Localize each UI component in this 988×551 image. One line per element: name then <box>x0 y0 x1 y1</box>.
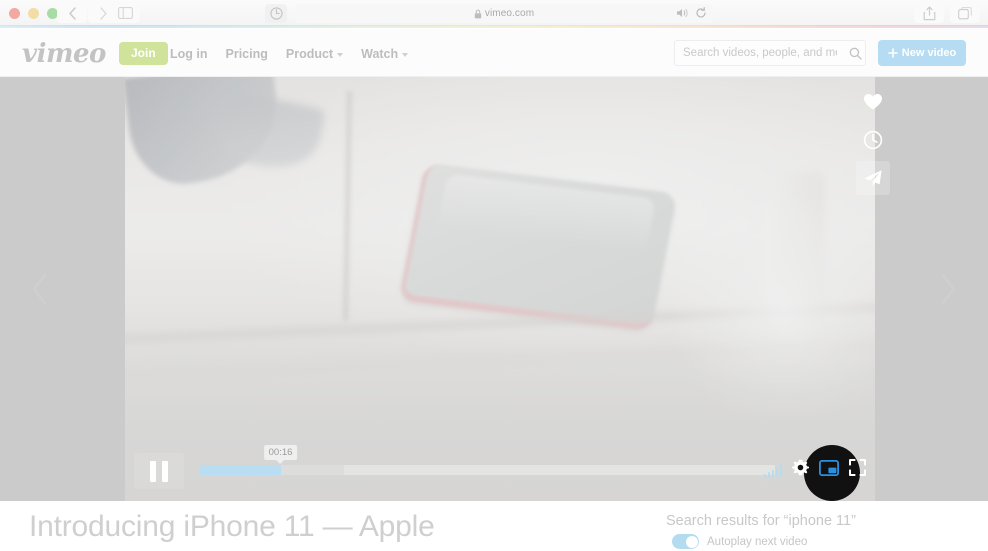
show-tabs-icon <box>958 6 972 19</box>
minimize-window-button[interactable] <box>28 8 39 19</box>
nav-item-login[interactable]: Log in <box>170 47 208 61</box>
back-button[interactable] <box>57 3 87 23</box>
seek-bar-played <box>200 465 281 475</box>
search-button[interactable] <box>845 47 865 60</box>
share-icon <box>923 6 935 20</box>
fullscreen-icon <box>849 459 866 476</box>
nav-item-product[interactable]: Product <box>285 47 344 61</box>
address-bar[interactable]: vimeo.com <box>295 4 713 23</box>
video-frame[interactable] <box>125 77 875 501</box>
nav-item-product-label: Product <box>285 47 334 61</box>
volume-bars-icon <box>779 463 782 478</box>
picture-in-picture-icon <box>818 459 840 476</box>
plus-icon <box>887 48 898 58</box>
volume-bars-icon <box>767 471 770 478</box>
loading-progress-line <box>0 25 988 28</box>
privacy-report-button[interactable] <box>265 4 287 23</box>
autoplay-label: Autoplay next video <box>707 535 808 548</box>
share-paper-plane-icon <box>864 169 882 186</box>
next-video-button[interactable] <box>922 263 974 315</box>
volume-bars-icon <box>771 469 774 478</box>
search-icon <box>849 47 862 60</box>
like-icon <box>864 94 882 110</box>
volume-bars-icon <box>775 466 778 478</box>
settings-button[interactable] <box>792 459 809 481</box>
share-video-button[interactable] <box>856 161 890 195</box>
volume-bars-icon <box>763 473 766 478</box>
chevron-right-icon <box>99 6 107 20</box>
watch-later-clock-icon <box>863 130 883 150</box>
search-results-label: Search results for “iphone 11” <box>666 513 856 529</box>
pause-icon <box>150 460 156 482</box>
speaker-icon[interactable] <box>676 7 689 19</box>
chevron-left-icon <box>68 6 76 20</box>
browser-toolbar: vimeo.com <box>0 0 988 26</box>
nav-item-watch-label: Watch <box>361 47 399 61</box>
seek-bar[interactable]: 00:16 <box>200 445 775 475</box>
gear-icon <box>792 459 809 476</box>
close-window-button[interactable] <box>9 8 20 19</box>
new-video-label: New video <box>901 47 957 59</box>
privacy-shield-icon <box>269 7 283 20</box>
autoplay-toggle-knob <box>685 535 698 548</box>
page-title: Introducing iPhone 11 — Apple <box>29 510 435 543</box>
video-meta-bar: Introducing iPhone 11 — Apple Search res… <box>0 501 988 551</box>
like-button[interactable] <box>856 85 890 119</box>
nav-item-watch[interactable]: Watch <box>361 47 409 61</box>
play-pause-button[interactable] <box>134 453 184 489</box>
search-input[interactable] <box>675 41 845 65</box>
nav-item-login-label: Log in <box>170 47 208 61</box>
fullscreen-button[interactable] <box>849 459 866 481</box>
watch-later-button[interactable] <box>856 123 890 157</box>
new-video-button[interactable]: New video <box>878 40 966 66</box>
nav-item-pricing[interactable]: Pricing <box>226 47 268 61</box>
player-right-controls <box>763 459 866 481</box>
video-player[interactable]: 00:16 <box>0 77 988 501</box>
share-button[interactable] <box>914 3 944 23</box>
join-button[interactable]: Join <box>119 42 168 65</box>
browser-nav-buttons <box>57 3 118 23</box>
chevron-down-icon <box>337 53 344 57</box>
address-bar-url: vimeo.com <box>484 8 535 19</box>
show-tabs-button[interactable] <box>950 3 980 23</box>
player-control-bar: 00:16 <box>0 443 988 501</box>
chevron-right-icon <box>941 273 956 305</box>
primary-nav: Log in Pricing Product Watch <box>170 47 409 61</box>
address-bar-actions <box>676 7 707 19</box>
lock-icon <box>474 9 482 18</box>
reload-icon[interactable] <box>695 7 707 19</box>
seek-time-tooltip: 00:16 <box>263 445 298 460</box>
volume-button[interactable] <box>763 463 782 478</box>
vimeo-site-header: vimeo Join Log in Pricing Product Watch <box>0 29 988 77</box>
autoplay-toggle[interactable] <box>672 534 699 549</box>
sidebar-toggle-icon <box>117 7 133 19</box>
autoplay-row: Autoplay next video <box>672 534 807 549</box>
vimeo-logo[interactable]: vimeo <box>22 41 106 67</box>
previous-video-button[interactable] <box>14 263 66 315</box>
window-traffic-lights <box>9 8 58 19</box>
sidebar-toggle-button[interactable] <box>110 3 140 23</box>
search-box[interactable] <box>674 40 866 66</box>
video-action-rail <box>856 85 890 195</box>
pause-icon <box>162 460 168 482</box>
chevron-left-icon <box>32 273 47 305</box>
picture-in-picture-button[interactable] <box>818 459 840 481</box>
nav-item-pricing-label: Pricing <box>225 47 268 61</box>
chevron-down-icon <box>402 53 409 57</box>
browser-right-buttons <box>914 3 980 23</box>
